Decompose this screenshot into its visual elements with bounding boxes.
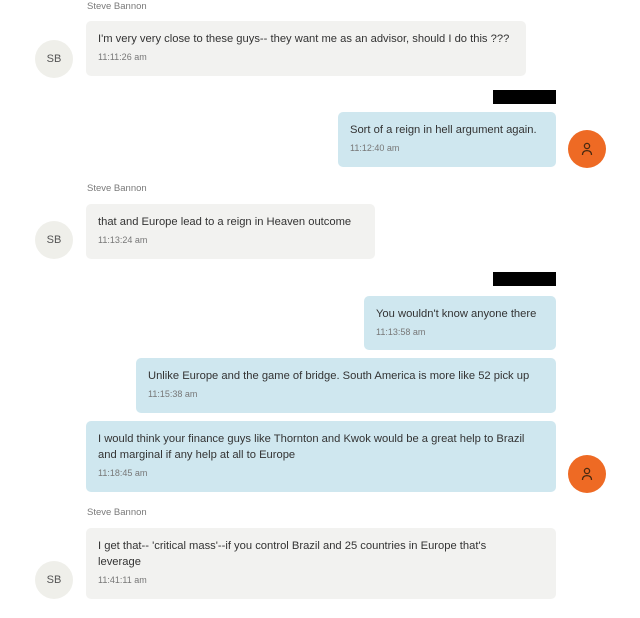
message-text: I'm very very close to these guys-- they… (98, 33, 510, 45)
message-bubble-outgoing: I would think your finance guys like Tho… (86, 421, 556, 492)
message-timestamp: 11:15:38 am (148, 389, 198, 399)
redaction-bar (493, 272, 556, 286)
redaction-bar (493, 90, 556, 104)
user-avatar[interactable] (568, 130, 606, 168)
avatar[interactable]: SB (35, 40, 73, 78)
message-bubble-incoming: I'm very very close to these guys-- they… (86, 21, 526, 76)
user-icon (581, 467, 593, 481)
message-timestamp: 11:13:58 am (376, 327, 426, 337)
avatar[interactable]: SB (35, 221, 73, 259)
message-text: You wouldn't know anyone there (376, 308, 537, 320)
sender-name: Steve Bannon (87, 507, 147, 518)
message-text: I get that-- 'critical mass'--if you con… (98, 540, 487, 568)
message-bubble-incoming: that and Europe lead to a reign in Heave… (86, 204, 375, 259)
avatar[interactable]: SB (35, 561, 73, 599)
message-timestamp: 11:11:26 am (98, 52, 147, 62)
message-bubble-outgoing: Unlike Europe and the game of bridge. So… (136, 358, 556, 413)
message-bubble-outgoing: Sort of a reign in hell argument again. … (338, 112, 556, 167)
message-text: that and Europe lead to a reign in Heave… (98, 216, 352, 228)
message-text: Sort of a reign in hell argument again. (350, 124, 537, 136)
user-avatar[interactable] (568, 455, 606, 493)
message-bubble-incoming: I get that-- 'critical mass'--if you con… (86, 528, 556, 599)
message-timestamp: 11:13:24 am (98, 235, 148, 245)
message-text: Unlike Europe and the game of bridge. So… (148, 370, 530, 382)
sender-name: Steve Bannon (87, 1, 147, 12)
user-icon (581, 142, 593, 156)
message-bubble-outgoing: You wouldn't know anyone there 11:13:58 … (364, 296, 556, 350)
sender-name: Steve Bannon (87, 183, 147, 194)
message-text: I would think your finance guys like Tho… (98, 433, 525, 461)
message-timestamp: 11:12:40 am (350, 143, 400, 153)
message-timestamp: 11:41:11 am (98, 575, 147, 585)
message-timestamp: 11:18:45 am (98, 468, 148, 478)
